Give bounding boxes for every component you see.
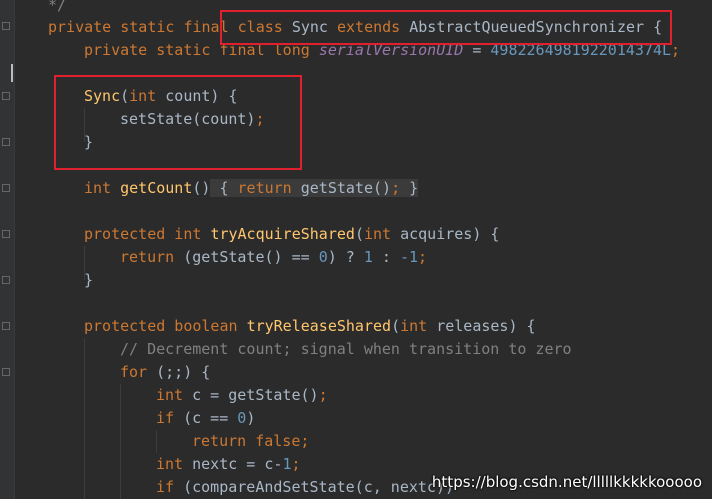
semicolon-token: ; bbox=[391, 179, 401, 197]
text-token: ) bbox=[246, 409, 256, 427]
comment-token: // Decrement count; signal when transiti… bbox=[120, 340, 572, 358]
keyword-token: protected boolean bbox=[84, 317, 238, 335]
code-editor[interactable]: */ private static final class Sync exten… bbox=[0, 0, 712, 499]
text-token: } bbox=[84, 271, 94, 289]
number-token: 0 bbox=[237, 409, 247, 427]
keyword-token: if bbox=[156, 409, 175, 427]
method-name-token: tryReleaseShared bbox=[246, 317, 392, 335]
text-token: () bbox=[192, 179, 211, 197]
semicolon-token: ; bbox=[300, 432, 310, 450]
fold-marker-icon[interactable] bbox=[2, 92, 10, 100]
keyword-token: protected int bbox=[84, 225, 202, 243]
text-token: acquires) { bbox=[391, 225, 500, 243]
watermark-url: https://blog.csdn.net/lllllkkkkkooooo bbox=[431, 473, 702, 491]
semicolon-token: ; bbox=[318, 386, 328, 404]
method-name-token: getCount bbox=[120, 179, 193, 197]
code-line[interactable]: // Decrement count; signal when transiti… bbox=[120, 338, 572, 360]
fold-marker-icon[interactable] bbox=[2, 230, 10, 238]
text-token: ( bbox=[354, 225, 364, 243]
fold-marker-icon[interactable] bbox=[2, 322, 10, 330]
code-line[interactable]: int c = getState(); bbox=[156, 384, 328, 406]
text-token: (c == bbox=[174, 409, 238, 427]
text-caret bbox=[11, 64, 13, 82]
text-token: (;;) { bbox=[147, 363, 211, 381]
folded-body-start[interactable]: { bbox=[210, 179, 238, 197]
indent-guide bbox=[156, 430, 157, 453]
method-name-token: tryAcquireShared bbox=[210, 225, 355, 243]
semicolon-token: ; bbox=[291, 455, 301, 473]
semicolon-token: ; bbox=[671, 41, 681, 59]
keyword-token: int bbox=[400, 317, 428, 335]
text-token: (compareAndSetState(c, nextc)) bbox=[174, 478, 455, 496]
code-line[interactable]: int getCount() { return getState(); } bbox=[84, 177, 419, 199]
highlight-box-class-declaration bbox=[220, 10, 672, 45]
keyword-token: return false bbox=[192, 432, 301, 450]
code-line[interactable]: return (getState() == 0) ? 1 : -1; bbox=[120, 246, 427, 268]
code-line[interactable]: for (;;) { bbox=[120, 361, 210, 383]
number-token: 0 bbox=[318, 248, 328, 266]
text-token: : bbox=[372, 248, 400, 266]
code-line[interactable]: int nextc = c-1; bbox=[156, 453, 301, 475]
keyword-token: return bbox=[120, 248, 175, 266]
code-line[interactable]: */ bbox=[48, 0, 66, 16]
text-token: nextc = c- bbox=[183, 455, 283, 473]
indent-guide bbox=[84, 338, 85, 499]
text-token: ( bbox=[391, 317, 401, 335]
fold-marker-icon[interactable] bbox=[2, 368, 10, 376]
keyword-token: int bbox=[156, 386, 184, 404]
code-line[interactable]: protected boolean tryReleaseShared(int r… bbox=[84, 315, 536, 337]
fold-marker-icon[interactable] bbox=[2, 22, 10, 30]
code-line[interactable]: return false; bbox=[192, 430, 309, 452]
number-token: -1 bbox=[399, 248, 419, 266]
semicolon-token: ; bbox=[418, 248, 428, 266]
fold-marker-icon[interactable] bbox=[2, 276, 10, 284]
keyword-token: if bbox=[156, 478, 175, 496]
code-line[interactable]: if (c == 0) bbox=[156, 407, 255, 429]
keyword-token: return bbox=[237, 179, 292, 197]
text-token: ) ? bbox=[327, 248, 364, 266]
code-line[interactable]: } bbox=[84, 269, 93, 291]
highlight-box-constructor bbox=[54, 75, 302, 170]
text-token: getState() bbox=[291, 179, 392, 197]
fold-marker-icon[interactable] bbox=[2, 138, 10, 146]
code-line[interactable]: if (compareAndSetState(c, nextc)) bbox=[156, 476, 454, 498]
number-token: 1 bbox=[363, 248, 373, 266]
text-token: (getState() == bbox=[174, 248, 319, 266]
comment-token: */ bbox=[48, 0, 67, 14]
indent-guide bbox=[120, 384, 121, 499]
folded-body-end[interactable]: } bbox=[400, 179, 419, 197]
keyword-token: int bbox=[84, 179, 112, 197]
text-token: c = getState() bbox=[183, 386, 319, 404]
code-line[interactable]: protected int tryAcquireShared(int acqui… bbox=[84, 223, 499, 245]
fold-marker-icon[interactable] bbox=[2, 184, 10, 192]
keyword-token: int bbox=[363, 225, 392, 243]
keyword-token: int bbox=[156, 455, 184, 473]
text-token: releases) { bbox=[427, 317, 536, 335]
keyword-token: for bbox=[120, 363, 148, 381]
